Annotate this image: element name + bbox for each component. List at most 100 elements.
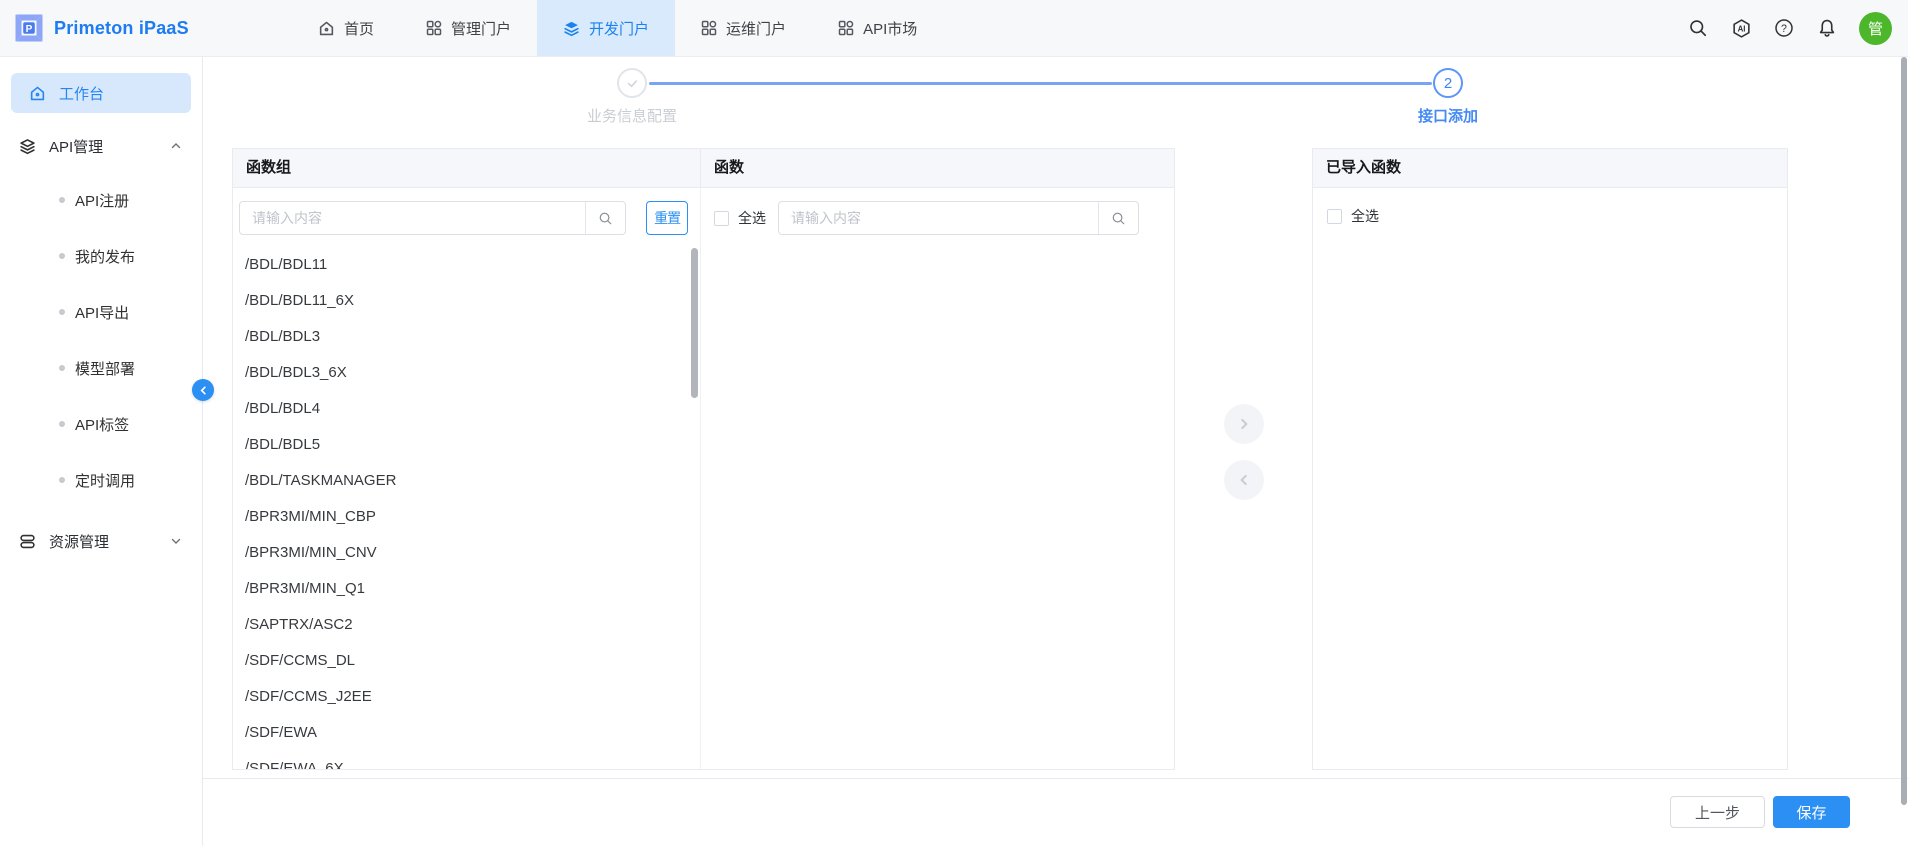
user-avatar[interactable]: 管 bbox=[1859, 12, 1892, 45]
sidebar-subitem[interactable]: 我的发布 bbox=[0, 228, 202, 284]
sidebar-subitem-label: 定时调用 bbox=[75, 470, 135, 491]
brand-logo[interactable]: P Primeton iPaaS bbox=[14, 13, 189, 43]
bullet-dot bbox=[59, 421, 65, 427]
functions-search-input[interactable] bbox=[779, 202, 1098, 234]
sidebar-item-label: API管理 bbox=[49, 136, 103, 157]
search-icon[interactable] bbox=[1687, 17, 1709, 39]
bullet-dot bbox=[59, 365, 65, 371]
imported-select-all-label: 全选 bbox=[1351, 206, 1379, 226]
sidebar: 工作台 API管理 API注册 我的发布 API导出 模型部署 API标签 定时… bbox=[0, 57, 203, 846]
function-group-item[interactable]: /SAPTRX/ASC2 bbox=[245, 607, 700, 643]
nav-item-label: 运维门户 bbox=[726, 18, 786, 39]
nav-menu: 首页 管理门户 开发门户 bbox=[292, 0, 943, 56]
sidebar-collapse-button[interactable] bbox=[192, 379, 214, 401]
search-icon[interactable] bbox=[1098, 202, 1138, 234]
step-2-indicator: 2 bbox=[1433, 68, 1463, 98]
grid-icon bbox=[426, 20, 442, 36]
function-group-item[interactable]: /BDL/BDL4 bbox=[245, 391, 700, 427]
layers-icon bbox=[19, 138, 36, 155]
svg-text:AI: AI bbox=[1737, 24, 1745, 33]
imported-select-all-checkbox[interactable] bbox=[1327, 209, 1342, 224]
grid-icon bbox=[701, 20, 717, 36]
nav-item-home[interactable]: 首页 bbox=[292, 0, 400, 56]
notifications-bell-icon[interactable] bbox=[1816, 17, 1838, 39]
brand-name: Primeton iPaaS bbox=[54, 18, 189, 39]
function-group-search bbox=[239, 201, 626, 235]
imported-functions-panel: 已导入函数 全选 bbox=[1312, 148, 1788, 770]
ai-assistant-icon[interactable]: AI bbox=[1730, 17, 1752, 39]
function-groups-title: 函数组 bbox=[233, 149, 701, 187]
function-group-item[interactable]: /BDL/BDL11 bbox=[245, 247, 700, 283]
sidebar-subitem-label: API导出 bbox=[75, 302, 129, 323]
sidebar-item-workbench[interactable]: 工作台 bbox=[11, 73, 191, 113]
home-icon bbox=[29, 85, 46, 102]
sidebar-item-resource-management[interactable]: 资源管理 bbox=[0, 521, 202, 561]
page-scrollbar[interactable] bbox=[1901, 57, 1907, 805]
sidebar-item-api-management[interactable]: API管理 bbox=[0, 126, 202, 166]
functions-select-all-label: 全选 bbox=[738, 208, 766, 228]
home-icon bbox=[318, 20, 335, 37]
function-group-item[interactable]: /BDL/BDL11_6X bbox=[245, 283, 700, 319]
sidebar-subitem-label: 我的发布 bbox=[75, 246, 135, 267]
nav-item-label: 管理门户 bbox=[451, 18, 511, 39]
bullet-dot bbox=[59, 253, 65, 259]
chevron-down-icon bbox=[170, 535, 182, 547]
bullet-dot bbox=[59, 197, 65, 203]
stepper-connector-line bbox=[649, 82, 1432, 85]
help-icon[interactable]: ? bbox=[1773, 17, 1795, 39]
function-group-item[interactable]: /SDF/CCMS_DL bbox=[245, 643, 700, 679]
sidebar-item-label: 资源管理 bbox=[49, 531, 109, 552]
function-group-item[interactable]: /SDF/CCMS_J2EE bbox=[245, 679, 700, 715]
function-group-item[interactable]: /BDL/BDL5 bbox=[245, 427, 700, 463]
step-1-indicator bbox=[617, 68, 647, 98]
footer-divider bbox=[203, 778, 1908, 779]
function-group-search-input[interactable] bbox=[240, 202, 585, 234]
top-navbar: P Primeton iPaaS 首页 管理门户 bbox=[0, 0, 1908, 57]
search-icon[interactable] bbox=[585, 202, 625, 234]
function-group-item[interactable]: /SDF/EWA_6X bbox=[245, 751, 700, 769]
functions-select-all-checkbox[interactable] bbox=[714, 211, 729, 226]
move-right-button[interactable] bbox=[1224, 404, 1264, 444]
step-2-label: 接口添加 bbox=[1383, 105, 1513, 126]
nav-item-ops-portal[interactable]: 运维门户 bbox=[675, 0, 812, 56]
function-groups-column: 重置 /BDL/BDL11/BDL/BDL11_6X/BDL/BDL3/BDL/… bbox=[233, 188, 701, 769]
svg-text:P: P bbox=[26, 24, 33, 35]
function-group-item[interactable]: /BPR3MI/MIN_CBP bbox=[245, 499, 700, 535]
list-scrollbar[interactable] bbox=[691, 248, 698, 398]
function-group-item[interactable]: /BDL/TASKMANAGER bbox=[245, 463, 700, 499]
function-group-item[interactable]: /SDF/EWA bbox=[245, 715, 700, 751]
sidebar-subitem[interactable]: API导出 bbox=[0, 284, 202, 340]
sidebar-item-label: 工作台 bbox=[59, 83, 104, 104]
sidebar-subitem[interactable]: API标签 bbox=[0, 396, 202, 452]
sidebar-subitem[interactable]: 定时调用 bbox=[0, 452, 202, 508]
function-group-item[interactable]: /BDL/BDL3 bbox=[245, 319, 700, 355]
save-button[interactable]: 保存 bbox=[1773, 796, 1850, 828]
function-group-item[interactable]: /BDL/BDL3_6X bbox=[245, 355, 700, 391]
svg-text:?: ? bbox=[1781, 23, 1787, 35]
step-1-label: 业务信息配置 bbox=[557, 105, 707, 126]
nav-item-label: 开发门户 bbox=[589, 18, 649, 39]
grid-icon bbox=[838, 20, 854, 36]
sidebar-subitem-label: API注册 bbox=[75, 190, 129, 211]
brand-logo-icon: P bbox=[14, 13, 44, 43]
previous-step-button[interactable]: 上一步 bbox=[1670, 796, 1765, 828]
move-left-button[interactable] bbox=[1224, 460, 1264, 500]
main-content: 业务信息配置 2 接口添加 函数组 函数 重置 bbox=[203, 57, 1908, 846]
function-group-item[interactable]: /BPR3MI/MIN_Q1 bbox=[245, 571, 700, 607]
reset-button[interactable]: 重置 bbox=[646, 201, 688, 235]
imported-functions-title: 已导入函数 bbox=[1313, 149, 1401, 187]
chevron-up-icon bbox=[170, 140, 182, 152]
functions-column: 全选 bbox=[701, 188, 1174, 769]
nav-item-label: 首页 bbox=[344, 18, 374, 39]
nav-item-api-market[interactable]: API市场 bbox=[812, 0, 943, 56]
functions-search bbox=[778, 201, 1139, 235]
nav-item-admin-portal[interactable]: 管理门户 bbox=[400, 0, 537, 56]
sidebar-subitem[interactable]: API注册 bbox=[0, 172, 202, 228]
navbar-actions: AI ? 管 bbox=[1687, 0, 1892, 56]
functions-title: 函数 bbox=[701, 149, 744, 187]
nav-item-dev-portal[interactable]: 开发门户 bbox=[537, 0, 675, 56]
bullet-dot bbox=[59, 477, 65, 483]
function-group-item[interactable]: /BPR3MI/MIN_CNV bbox=[245, 535, 700, 571]
sidebar-subitem[interactable]: 模型部署 bbox=[0, 340, 202, 396]
bullet-dot bbox=[59, 309, 65, 315]
